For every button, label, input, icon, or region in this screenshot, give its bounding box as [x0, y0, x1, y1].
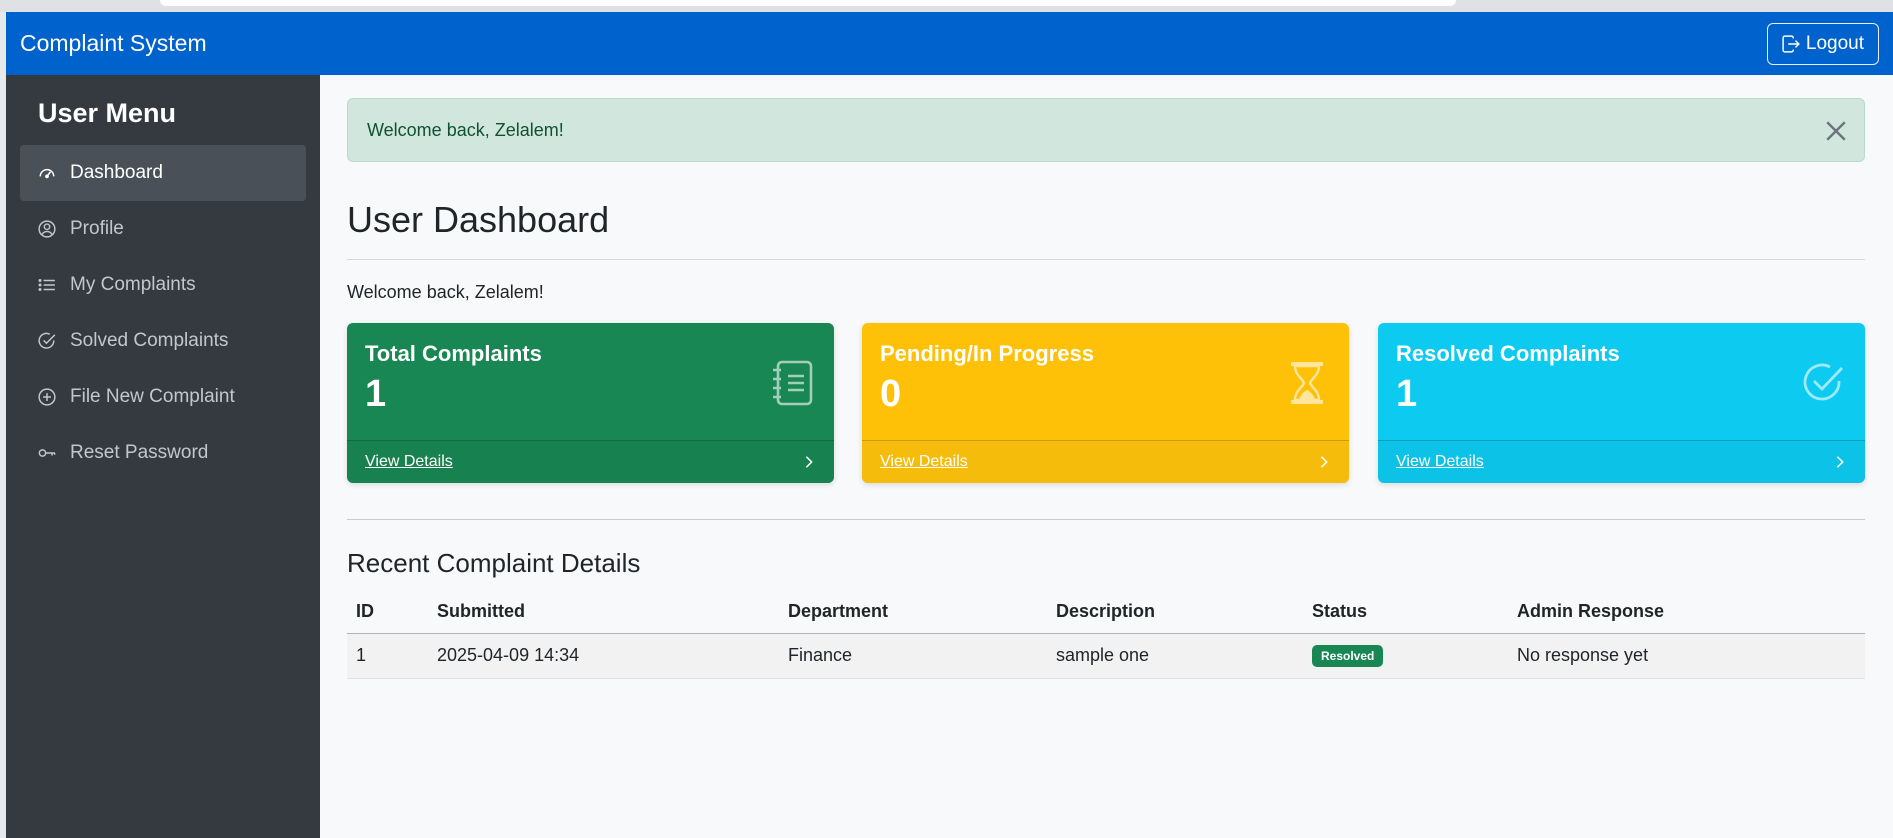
sidebar-item-reset-password[interactable]: Reset Password — [20, 425, 306, 481]
speedometer-icon — [39, 168, 55, 179]
cell-description: sample one — [1047, 633, 1303, 679]
list-icon — [38, 278, 55, 292]
sidebar-item-label: Profile — [70, 218, 124, 239]
card-pending-in-progress: Pending/In Progress 0 View Details — [862, 323, 1349, 483]
card-value: 1 — [1396, 373, 1418, 415]
journal-text-icon — [773, 360, 813, 406]
sidebar-item-label: Reset Password — [70, 442, 209, 463]
table-header-row: ID Submitted Department Description Stat… — [347, 591, 1865, 634]
address-bar-edge[interactable] — [160, 0, 1456, 6]
sidebar-item-my-complaints[interactable]: My Complaints — [20, 257, 306, 313]
chevron-right-icon[interactable] — [1317, 455, 1331, 469]
card-resolved-complaints: Resolved Complaints 1 View Details — [1378, 323, 1865, 483]
divider — [347, 519, 1865, 520]
welcome-alert: Welcome back, Zelalem! — [347, 98, 1865, 162]
cell-status: Resolved — [1303, 633, 1508, 679]
page-title: User Dashboard — [347, 199, 610, 240]
sidebar-item-label: Solved Complaints — [70, 330, 229, 351]
welcome-text: Welcome back, Zelalem! — [347, 282, 544, 302]
view-details-link[interactable]: View Details — [365, 453, 453, 471]
card-value: 0 — [880, 373, 902, 415]
sidebar-item-file-new-complaint[interactable]: File New Complaint — [20, 369, 306, 425]
stats-cards: Total Complaints 1 View Details Pending/… — [347, 323, 1865, 483]
column-header-department: Department — [779, 591, 1047, 634]
logout-label: Logout — [1805, 32, 1864, 54]
card-footer: View Details — [1378, 440, 1865, 483]
close-icon[interactable] — [1822, 117, 1850, 145]
card-body: Pending/In Progress 0 — [862, 323, 1349, 440]
alert-message: Welcome back, Zelalem! — [367, 119, 564, 140]
key-icon — [38, 449, 56, 457]
logout-button[interactable]: Logout — [1766, 22, 1879, 65]
chevron-right-icon[interactable] — [802, 455, 816, 469]
column-header-admin-response: Admin Response — [1508, 591, 1865, 634]
logout-icon — [1782, 34, 1800, 53]
column-header-id: ID — [347, 591, 428, 634]
person-circle-icon — [38, 220, 56, 238]
divider — [347, 259, 1865, 260]
card-footer: View Details — [862, 440, 1349, 483]
column-header-submitted: Submitted — [428, 591, 779, 634]
app-window: Complaint System Logout User Menu Dashbo… — [6, 12, 1893, 838]
sidebar: User Menu Dashboard Profile My Complaint… — [6, 75, 320, 838]
check-circle-icon — [1803, 363, 1844, 401]
card-title: Resolved Complaints — [1396, 341, 1620, 366]
sidebar-item-label: Dashboard — [70, 162, 163, 183]
column-header-description: Description — [1047, 591, 1303, 634]
cell-admin-response: No response yet — [1508, 633, 1865, 679]
brand-title[interactable]: Complaint System — [20, 30, 207, 57]
card-title: Total Complaints — [365, 341, 542, 366]
top-navbar: Complaint System Logout — [6, 12, 1893, 75]
chevron-right-icon[interactable] — [1833, 455, 1847, 469]
table-row: 1 2025-04-09 14:34 Finance sample one Re… — [347, 633, 1865, 679]
hourglass-icon — [1291, 362, 1323, 404]
card-value: 1 — [365, 373, 387, 415]
status-badge: Resolved — [1312, 645, 1384, 667]
cell-submitted: 2025-04-09 14:34 — [428, 633, 779, 679]
check-circle-icon — [38, 332, 56, 349]
plus-circle-icon — [38, 388, 56, 406]
sidebar-item-label: My Complaints — [70, 274, 196, 295]
recent-complaints-table: ID Submitted Department Description Stat… — [347, 591, 1865, 679]
view-details-link[interactable]: View Details — [1396, 453, 1484, 471]
sidebar-item-label: File New Complaint — [70, 386, 235, 407]
sidebar-title: User Menu — [38, 98, 177, 128]
section-title: Recent Complaint Details — [347, 548, 641, 578]
browser-frame — [0, 0, 1893, 12]
cell-id: 1 — [347, 633, 428, 679]
sidebar-item-solved-complaints[interactable]: Solved Complaints — [20, 313, 306, 369]
card-body: Total Complaints 1 — [347, 323, 834, 440]
cell-department: Finance — [779, 633, 1047, 679]
sidebar-item-dashboard[interactable]: Dashboard — [20, 145, 306, 201]
sidebar-item-profile[interactable]: Profile — [20, 201, 306, 257]
card-total-complaints: Total Complaints 1 View Details — [347, 323, 834, 483]
column-header-status: Status — [1303, 591, 1508, 634]
card-footer: View Details — [347, 440, 834, 483]
view-details-link[interactable]: View Details — [880, 453, 968, 471]
card-title: Pending/In Progress — [880, 341, 1094, 366]
card-body: Resolved Complaints 1 — [1378, 323, 1865, 440]
